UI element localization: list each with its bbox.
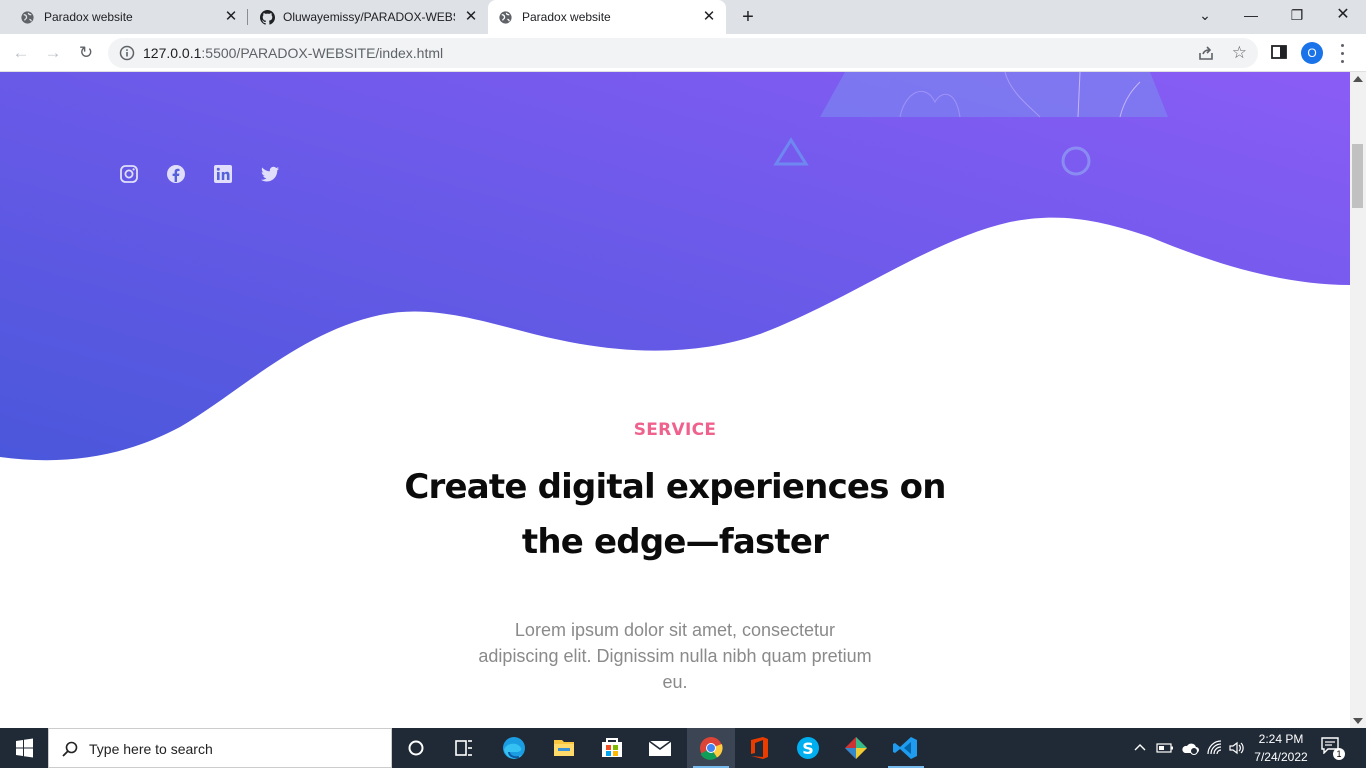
instagram-icon[interactable] xyxy=(119,164,139,184)
globe-icon xyxy=(499,11,512,24)
service-section-label: SERVICE xyxy=(633,420,717,440)
scrollbar-thumb[interactable] xyxy=(1352,144,1363,208)
close-tab-icon[interactable]: ✕ xyxy=(223,9,239,25)
back-arrow-icon[interactable]: ← xyxy=(8,40,34,66)
side-panel-icon[interactable] xyxy=(1270,43,1288,61)
tab-search-chevron-icon[interactable]: ⌄ xyxy=(1182,0,1228,34)
search-placeholder: Type here to search xyxy=(89,741,213,757)
browser-toolbar: ← → ↻ 127.0.0.1:5500/PARADOX-WEBSITE/ind… xyxy=(0,34,1366,72)
close-tab-icon[interactable]: ✕ xyxy=(701,9,717,25)
task-view-icon[interactable] xyxy=(440,728,488,768)
vscode-taskbar-button[interactable] xyxy=(882,728,930,768)
scroll-up-arrow-icon[interactable] xyxy=(1353,76,1363,82)
svg-text:S: S xyxy=(802,739,814,758)
tab-github-repo[interactable]: Oluwayemissy/PARADOX-WEBSITE ✕ xyxy=(248,0,488,34)
windows-taskbar: Type here to search S 2:24 PM 7/24/2022 … xyxy=(0,728,1366,768)
file-explorer-icon[interactable] xyxy=(540,728,588,768)
taskbar-search-box[interactable]: Type here to search xyxy=(48,728,392,768)
github-icon xyxy=(260,10,275,25)
url-host: 127.0.0.1 xyxy=(143,45,202,61)
bookmark-star-icon[interactable]: ☆ xyxy=(1232,44,1247,61)
forward-arrow-icon[interactable]: → xyxy=(40,40,66,66)
chrome-icon xyxy=(700,737,723,760)
linkedin-icon[interactable] xyxy=(213,164,233,184)
battery-icon[interactable] xyxy=(1156,741,1174,755)
close-tab-icon[interactable]: ✕ xyxy=(463,9,479,25)
taskbar-clock[interactable]: 2:24 PM 7/24/2022 xyxy=(1248,730,1314,766)
restore-button[interactable]: ❐ xyxy=(1274,0,1320,34)
close-window-button[interactable]: ✕ xyxy=(1320,0,1366,34)
tab-title: Paradox website xyxy=(44,10,133,24)
share-icon[interactable] xyxy=(1197,44,1215,62)
url-text[interactable]: 127.0.0.1:5500/PARADOX-WEBSITE/index.htm… xyxy=(143,45,443,61)
action-center-button[interactable]: 1 xyxy=(1320,736,1345,760)
page-viewport: SERVICE Create digital experiences on th… xyxy=(0,72,1350,728)
skype-icon[interactable]: S xyxy=(784,728,832,768)
profile-avatar[interactable]: O xyxy=(1301,42,1323,64)
service-description: Lorem ipsum dolor sit amet, consectetur … xyxy=(478,620,872,692)
chevron-up-icon[interactable] xyxy=(1133,741,1147,755)
cortana-icon[interactable] xyxy=(392,728,440,768)
git-icon[interactable] xyxy=(832,728,880,768)
hero-illustration-decoration xyxy=(820,72,1168,118)
wifi-icon[interactable] xyxy=(1206,740,1224,756)
search-icon xyxy=(62,741,78,757)
volume-icon[interactable] xyxy=(1228,740,1246,756)
mail-icon[interactable] xyxy=(636,728,684,768)
tab-paradox-website-active[interactable]: Paradox website ✕ xyxy=(488,0,726,34)
reload-icon[interactable]: ↻ xyxy=(73,40,99,66)
more-menu-icon[interactable] xyxy=(1336,41,1348,65)
browser-tab-strip: Paradox website ✕ Oluwayemissy/PARADOX-W… xyxy=(0,0,1366,34)
onedrive-cloud-icon[interactable] xyxy=(1180,740,1200,756)
page-scrollbar[interactable] xyxy=(1350,72,1366,728)
url-path: :5500/PARADOX-WEBSITE/index.html xyxy=(201,45,444,61)
facebook-icon[interactable] xyxy=(166,164,186,184)
clock-time: 2:24 PM xyxy=(1258,732,1304,746)
vscode-icon xyxy=(893,737,917,759)
clock-date: 7/24/2022 xyxy=(1254,750,1308,764)
store-icon[interactable] xyxy=(588,728,636,768)
hero-wave-background xyxy=(0,72,1350,461)
tab-title: Oluwayemissy/PARADOX-WEBSITE xyxy=(283,10,455,24)
globe-icon xyxy=(21,11,34,24)
address-bar[interactable]: 127.0.0.1:5500/PARADOX-WEBSITE/index.htm… xyxy=(108,38,1258,68)
minimize-button[interactable]: — xyxy=(1228,0,1274,34)
tab-title: Paradox website xyxy=(522,10,611,24)
scroll-down-arrow-icon[interactable] xyxy=(1353,718,1363,724)
tab-paradox-website-1[interactable]: Paradox website ✕ xyxy=(0,0,248,34)
edge-icon[interactable] xyxy=(490,728,538,768)
windows-start-icon[interactable] xyxy=(0,728,48,768)
service-headline: Create digital experiences on the edge—f… xyxy=(404,467,946,562)
notification-count-badge: 1 xyxy=(1333,748,1345,760)
site-info-icon[interactable] xyxy=(119,45,135,61)
new-tab-button[interactable]: + xyxy=(738,7,758,27)
twitter-icon[interactable] xyxy=(260,164,280,184)
office-icon[interactable] xyxy=(734,728,782,768)
chrome-taskbar-button[interactable] xyxy=(687,728,735,768)
